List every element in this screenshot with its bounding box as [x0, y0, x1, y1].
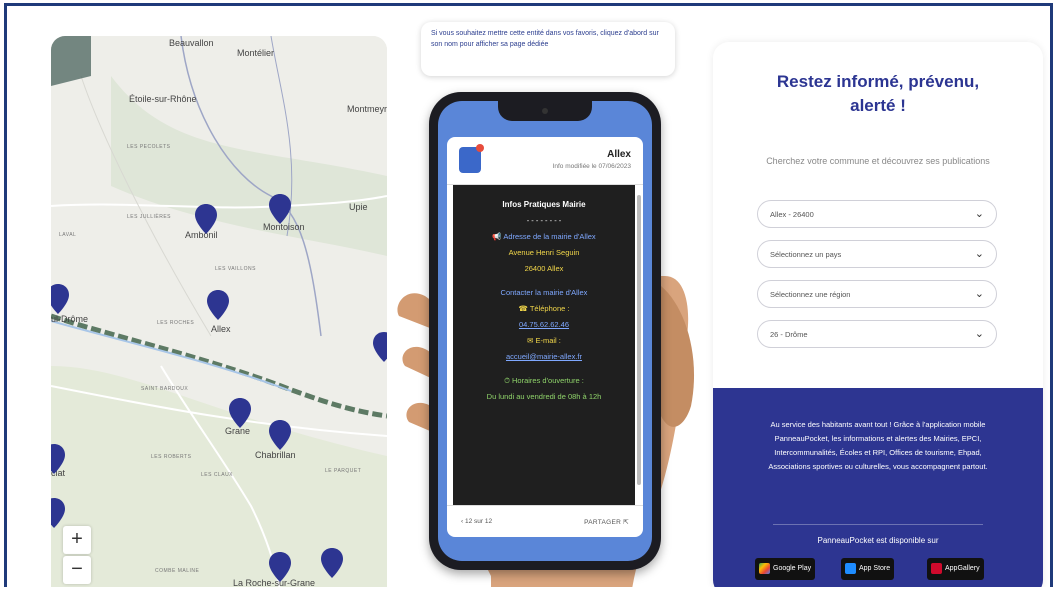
map-pin-icon[interactable] [373, 332, 387, 362]
email-label: ✉ E-mail : [527, 336, 561, 345]
map-label-vaillons: LES VAILLONS [215, 266, 256, 272]
pager[interactable]: ‹ 12 sur 12 [461, 518, 492, 525]
contact-label: Contacter la mairie d'Allex [500, 288, 588, 297]
map-label-chabrillan: Chabrillan [255, 450, 296, 460]
huawei-icon [931, 563, 942, 574]
search-panel: Restez informé, prévenu, alerté ! Cherche… [713, 42, 1043, 587]
card-footer: ‹ 12 sur 12 PARTAGER ⇱ [447, 505, 643, 537]
map-label-drome: ul-Drôme [51, 314, 89, 324]
map-pin-icon[interactable] [207, 290, 229, 320]
phone-mockup: Allex Info modifiée le 07/06/2023 Infos … [429, 92, 661, 570]
map-pin-icon[interactable] [229, 398, 251, 428]
phone-link[interactable]: 04.75.62.62.46 [453, 317, 635, 333]
phone-screen: Allex Info modifiée le 07/06/2023 Infos … [438, 101, 652, 561]
divider [773, 524, 983, 525]
map-label-upie: Upie [349, 202, 368, 212]
map-pin-icon[interactable] [321, 548, 343, 578]
address-line1: Avenue Henri Seguin [508, 248, 580, 257]
map-pin-icon[interactable] [51, 498, 65, 528]
department-select[interactable]: 26 - Drôme ⌄ [757, 320, 997, 348]
google-play-icon [759, 563, 770, 574]
card-updated-date: Info modifiée le 07/06/2023 [552, 163, 631, 170]
service-text: Au service des habitants avant tout ! Gr… [768, 420, 988, 471]
card-body: Infos Pratiques Mairie - - - - - - - - 📢… [453, 185, 635, 505]
share-button[interactable]: PARTAGER ⇱ [584, 518, 629, 526]
share-icon: ⇱ [623, 519, 629, 526]
map-label-laval: LAVAL [59, 232, 77, 238]
commune-select[interactable]: Allex - 26400 ⌄ [757, 200, 997, 228]
panneaupocket-app-icon [459, 144, 484, 173]
map-label-parquet: LE PARQUET [325, 468, 362, 474]
map-label-montelegier: Montélier [237, 48, 275, 58]
chevron-left-icon: ‹ [461, 518, 464, 525]
map-pin-icon[interactable] [269, 194, 291, 224]
card-header: Allex Info modifiée le 07/06/2023 [447, 137, 643, 185]
google-play-button[interactable]: Google Play [755, 558, 816, 580]
panel-lead: Cherchez votre commune et découvrez ses … [766, 156, 990, 166]
map-label-allex: Allex [211, 324, 231, 334]
map-pin-icon[interactable] [51, 284, 69, 314]
favorites-hint: Si vous souhaitez mettre cette entité da… [421, 22, 675, 76]
zoom-out-button[interactable]: − [63, 556, 91, 584]
card-heading: Infos Pratiques Mairie [502, 200, 586, 209]
card-scrollbar[interactable] [637, 195, 641, 485]
appgallery-button[interactable]: AppGallery [927, 558, 984, 580]
chevron-down-icon: ⌄ [974, 208, 984, 220]
phone-label: ☎ Téléphone : [518, 304, 570, 313]
map-pin-icon[interactable] [269, 552, 291, 582]
map-label-claux: LES CLAUX [201, 472, 234, 478]
chevron-down-icon: ⌄ [974, 328, 984, 340]
notification-badge-icon [476, 144, 484, 152]
zoom-in-button[interactable]: + [63, 526, 91, 554]
service-box: Au service des habitants avant tout ! Gr… [713, 388, 1043, 587]
card-title[interactable]: Allex [607, 149, 631, 160]
map-label-pecolets: LES PECOLETS [127, 144, 171, 150]
map-label-beauvallon: Beauvallon [169, 38, 214, 48]
hours-value: Du lundi au vendredi de 08h à 12h [486, 392, 602, 401]
chevron-down-icon: ⌄ [974, 248, 984, 260]
hours-label: ⏱ Horaires d'ouverture : [504, 376, 584, 385]
address-label: 📢 Adresse de la mairie d'Allex [492, 232, 596, 241]
map[interactable]: Beauvallon Montélier Étoile-sur-Rhône Mo… [51, 36, 387, 587]
camera-icon [542, 108, 548, 114]
map-label-montmeyran: Montmeyra [347, 104, 387, 114]
phone-notch [498, 101, 592, 121]
card-dashes: - - - - - - - - [526, 216, 562, 225]
app-store-button[interactable]: App Store [841, 558, 895, 580]
available-on: PanneauPocket est disponible sur [817, 536, 939, 545]
page-frame: Beauvallon Montélier Étoile-sur-Rhône Mo… [4, 3, 1053, 587]
country-select[interactable]: Sélectionnez un pays ⌄ [757, 240, 997, 268]
chevron-down-icon: ⌄ [974, 288, 984, 300]
map-label-roches: LES ROCHES [157, 320, 195, 326]
email-link[interactable]: accueil@mairie-allex.fr [453, 349, 635, 365]
map-label-jullieres: LES JULLIÈRES [127, 214, 172, 220]
apple-icon [845, 563, 856, 574]
map-pin-icon[interactable] [51, 444, 65, 474]
address-line2: 26400 Allex [524, 264, 564, 273]
panel-title: Restez informé, prévenu, alerté ! [776, 72, 980, 115]
map-label-bardoux: SAINT BARDOUX [141, 386, 189, 392]
map-label-etoile: Étoile-sur-Rhône [129, 94, 197, 104]
map-label-robert: LES ROBERTS [151, 454, 192, 460]
region-select[interactable]: Sélectionnez une région ⌄ [757, 280, 997, 308]
map-pin-icon[interactable] [195, 204, 217, 234]
publication-card: Allex Info modifiée le 07/06/2023 Infos … [447, 137, 643, 537]
map-pin-icon[interactable] [269, 420, 291, 450]
map-label-combe: COMBE MALINE [155, 568, 200, 574]
